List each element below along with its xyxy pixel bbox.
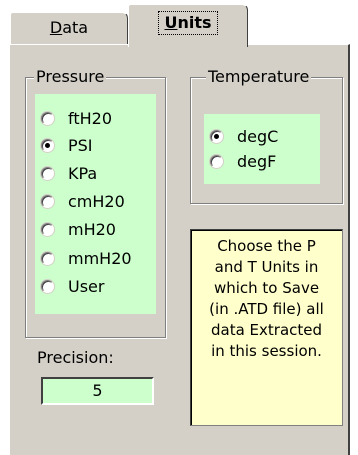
pressure-options-area: ftH20 PSI KPa cmH20 mH20 mmH20 User (35, 94, 156, 314)
pressure-option-user[interactable]: User (41, 272, 104, 300)
label-kpa: KPa (68, 163, 98, 183)
note-line: in this session. (211, 342, 322, 360)
pressure-legend: Pressure (34, 67, 107, 87)
radio-psi[interactable] (41, 138, 54, 152)
pressure-option-mmh20[interactable]: mmH20 (41, 244, 132, 272)
radio-mmh20[interactable] (41, 251, 54, 265)
label-user: User (68, 276, 105, 296)
note-line: Choose the P (217, 237, 316, 255)
label-degc: degC (237, 126, 279, 146)
tab-units[interactable]: Units (128, 4, 248, 47)
label-degf: degF (237, 151, 277, 171)
info-note: Choose the P and T Units in which to Sav… (190, 229, 343, 426)
precision-input[interactable]: 5 (41, 377, 154, 405)
note-line: (in .ATD file) all (209, 300, 324, 318)
label-psi: PSI (68, 135, 93, 155)
pressure-option-psi[interactable]: PSI (41, 131, 93, 159)
radio-cmh20[interactable] (41, 194, 54, 208)
temperature-option-degc[interactable]: degC (210, 122, 278, 150)
tab-units-label: Units (158, 11, 218, 35)
tab-units-mnemonic: U (164, 13, 178, 32)
tab-data-label: Data (49, 18, 89, 37)
note-line: and T Units in (214, 258, 319, 276)
pressure-option-kpa[interactable]: KPa (41, 159, 97, 187)
temperature-legend: Temperature (206, 67, 312, 87)
radio-fth20[interactable] (41, 111, 54, 125)
radio-user[interactable] (41, 279, 54, 293)
tab-data[interactable]: Data (10, 12, 128, 44)
radio-kpa[interactable] (41, 166, 54, 180)
label-cmh20: cmH20 (68, 191, 125, 211)
label-mmh20: mmH20 (68, 248, 132, 268)
pressure-option-mh20[interactable]: mH20 (41, 215, 116, 243)
temperature-option-degf[interactable]: degF (210, 147, 276, 175)
pressure-option-fth20[interactable]: ftH20 (41, 104, 112, 132)
temperature-group: Temperature degC degF (190, 67, 343, 204)
radio-degc[interactable] (210, 129, 223, 143)
pressure-option-cmh20[interactable]: cmH20 (41, 187, 125, 215)
label-fth20: ftH20 (68, 108, 113, 128)
note-line: data Extracted (210, 321, 323, 339)
tab-data-mnemonic: D (49, 18, 63, 37)
label-mh20: mH20 (68, 219, 116, 239)
radio-degf[interactable] (210, 154, 223, 168)
radio-mh20[interactable] (41, 222, 54, 236)
note-line: which to Save (213, 279, 320, 297)
pressure-group: Pressure ftH20 PSI KPa cmH20 mH20 mmH20 … (25, 67, 166, 338)
precision-label: Precision: (37, 348, 114, 367)
temperature-options-area: degC degF (204, 114, 320, 184)
